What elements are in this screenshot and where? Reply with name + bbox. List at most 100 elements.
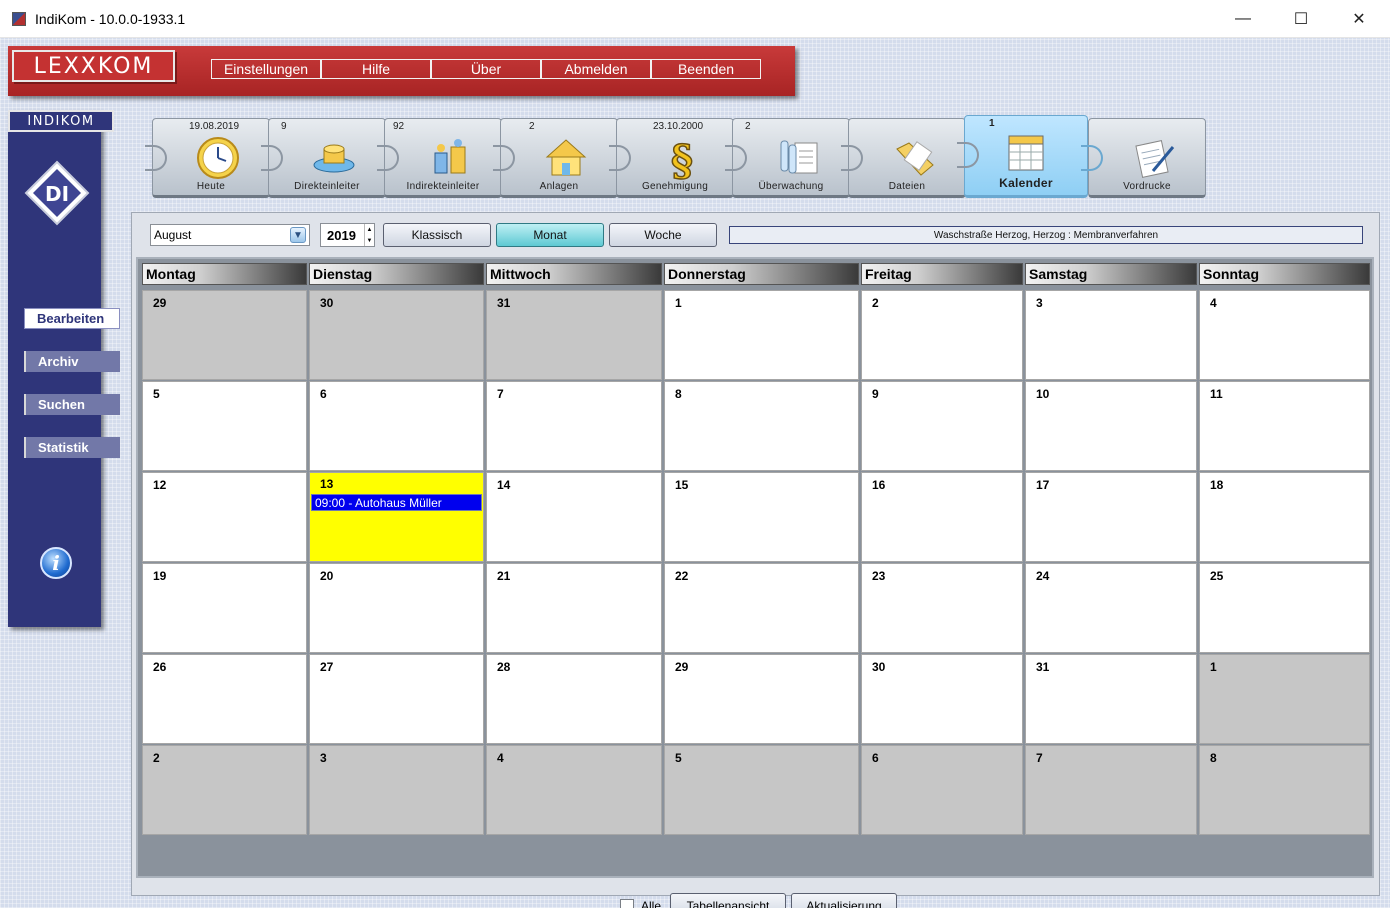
close-icon: ✕ [1352, 11, 1366, 28]
day-cell[interactable]: 29 [142, 290, 307, 380]
view-woche-button[interactable]: Woche [609, 223, 717, 247]
module-indirekteinleiter[interactable]: 92 Indirekteinleiter [377, 118, 502, 198]
day-cell[interactable]: 2 [142, 745, 307, 835]
day-cell[interactable]: 4 [486, 745, 662, 835]
weekday-header: Mittwoch [486, 263, 662, 285]
module-anlagen-label: Anlagen [539, 181, 579, 192]
weekday-header: Montag [142, 263, 307, 285]
menu-hilfe[interactable]: Hilfe [321, 59, 431, 79]
spin-down-icon[interactable]: ▼ [367, 238, 373, 244]
module-direkteinleiter-count: 9 [281, 121, 287, 132]
day-cell[interactable]: 20 [309, 563, 484, 653]
day-number: 7 [497, 387, 504, 401]
day-number: 16 [872, 478, 886, 492]
day-cell[interactable]: 15 [664, 472, 859, 562]
chevron-down-icon: ▼ [290, 227, 306, 243]
day-cell[interactable]: 28 [486, 654, 662, 744]
maximize-button[interactable]: ☐ [1272, 0, 1330, 38]
day-cell[interactable]: 7 [1025, 745, 1197, 835]
menu-ueber[interactable]: Über [431, 59, 541, 79]
alle-checkbox[interactable] [620, 899, 634, 908]
day-cell[interactable]: 24 [1025, 563, 1197, 653]
day-cell[interactable]: 4 [1199, 290, 1370, 380]
day-cell[interactable]: 11 [1199, 381, 1370, 471]
day-cell[interactable]: 31 [486, 290, 662, 380]
day-cell[interactable]: 27 [309, 654, 484, 744]
day-cell[interactable]: 19 [142, 563, 307, 653]
table-view-button[interactable]: Tabellenansicht [670, 893, 786, 908]
refresh-button[interactable]: Aktualisierung [791, 893, 897, 908]
day-cell[interactable]: 9 [861, 381, 1023, 471]
close-button[interactable]: ✕ [1330, 0, 1388, 38]
app-icon [12, 11, 26, 26]
info-icon[interactable]: i [40, 547, 72, 579]
module-heute-date: 19.08.2019 [188, 121, 240, 132]
calendar-event[interactable]: 09:00 - Autohaus Müller [311, 494, 482, 511]
day-number: 6 [872, 751, 879, 765]
day-cell[interactable]: 30 [309, 290, 484, 380]
day-cell[interactable]: 5 [664, 745, 859, 835]
day-cell-today[interactable]: 13 09:00 - Autohaus Müller [309, 472, 484, 562]
day-cell[interactable]: 2 [861, 290, 1023, 380]
day-number: 8 [675, 387, 682, 401]
day-cell[interactable]: 30 [861, 654, 1023, 744]
day-cell[interactable]: 8 [664, 381, 859, 471]
module-anlagen[interactable]: 2 Anlagen [493, 118, 618, 198]
calendar-icon [1003, 130, 1049, 176]
day-number: 30 [320, 296, 334, 310]
window-title: IndiKom - 10.0.0-1933.1 [35, 10, 186, 27]
nav-archiv[interactable]: Archiv [24, 351, 120, 372]
day-cell[interactable]: 31 [1025, 654, 1197, 744]
day-cell[interactable]: 21 [486, 563, 662, 653]
day-cell[interactable]: 7 [486, 381, 662, 471]
day-cell[interactable]: 23 [861, 563, 1023, 653]
indikom-logo: INDIKOM [8, 110, 114, 132]
weekday-header: Dienstag [309, 263, 484, 285]
day-cell[interactable]: 16 [861, 472, 1023, 562]
day-number: 31 [497, 296, 511, 310]
module-direkteinleiter[interactable]: 9 Direkteinleiter [261, 118, 386, 198]
day-cell[interactable]: 8 [1199, 745, 1370, 835]
day-cell[interactable]: 5 [142, 381, 307, 471]
menu-beenden[interactable]: Beenden [651, 59, 761, 79]
day-cell[interactable]: 3 [1025, 290, 1197, 380]
view-klassisch-button[interactable]: Klassisch [383, 223, 491, 247]
day-cell[interactable]: 29 [664, 654, 859, 744]
house-icon [543, 135, 589, 181]
spin-up-icon[interactable]: ▲ [367, 227, 373, 233]
day-cell[interactable]: 12 [142, 472, 307, 562]
minimize-button[interactable]: — [1214, 0, 1272, 38]
module-vordrucke[interactable]: Vordrucke [1081, 118, 1206, 198]
day-cell[interactable]: 22 [664, 563, 859, 653]
day-cell[interactable]: 1 [664, 290, 859, 380]
module-dateien[interactable]: Dateien [841, 118, 966, 198]
nav-bearbeiten[interactable]: Bearbeiten [24, 308, 120, 329]
module-heute[interactable]: 19.08.2019 Heute [145, 118, 270, 198]
module-kalender[interactable]: 1 Kalender [957, 115, 1088, 198]
di-logo-icon: DI [24, 160, 90, 226]
day-cell[interactable]: 6 [861, 745, 1023, 835]
menu-einstellungen[interactable]: Einstellungen [211, 59, 321, 79]
day-number: 3 [320, 751, 327, 765]
module-ueberwachung[interactable]: 2 Überwachung [725, 118, 850, 198]
day-number: 1 [675, 296, 682, 310]
month-select[interactable]: August ▼ [150, 224, 310, 246]
day-cell[interactable]: 6 [309, 381, 484, 471]
day-cell[interactable]: 26 [142, 654, 307, 744]
day-cell[interactable]: 3 [309, 745, 484, 835]
module-genehmigung[interactable]: 23.10.2000 § Genehmigung [609, 118, 734, 198]
day-cell[interactable]: 14 [486, 472, 662, 562]
client-area: LEXXKOM Einstellungen Hilfe Über Abmelde… [0, 38, 1390, 908]
nav-suchen[interactable]: Suchen [24, 394, 120, 415]
nav-statistik[interactable]: Statistik [24, 437, 120, 458]
day-cell[interactable]: 25 [1199, 563, 1370, 653]
day-cell[interactable]: 1 [1199, 654, 1370, 744]
day-cell[interactable]: 17 [1025, 472, 1197, 562]
day-number: 4 [497, 751, 504, 765]
view-monat-button[interactable]: Monat [496, 223, 604, 247]
year-spinner[interactable]: 2019 ▲ ▼ [320, 223, 375, 247]
minimize-icon: — [1235, 10, 1251, 27]
menu-abmelden[interactable]: Abmelden [541, 59, 651, 79]
day-cell[interactable]: 10 [1025, 381, 1197, 471]
day-cell[interactable]: 18 [1199, 472, 1370, 562]
